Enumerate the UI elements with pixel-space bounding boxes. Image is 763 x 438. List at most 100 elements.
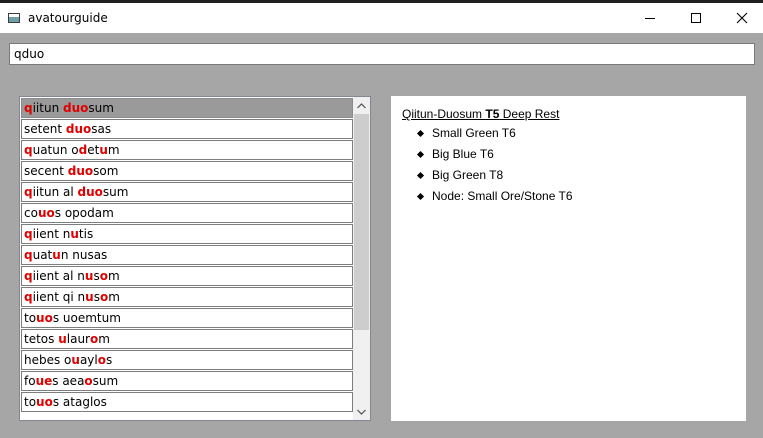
- match-highlight: o: [84, 374, 93, 388]
- close-button[interactable]: [719, 3, 763, 33]
- match-highlight: duo: [67, 164, 94, 178]
- bullet-icon: [416, 171, 425, 180]
- match-highlight: o: [97, 353, 106, 367]
- bullet-icon: [416, 129, 425, 138]
- node-label: Big Blue T6: [432, 147, 494, 161]
- list-item[interactable]: quatun odetum: [21, 140, 353, 160]
- maximize-icon: [691, 13, 701, 23]
- minimize-button[interactable]: [627, 3, 673, 33]
- title-bar[interactable]: avatourguide: [0, 3, 763, 33]
- list-item[interactable]: qiient qi nusom: [21, 287, 353, 307]
- node-item: Big Green T8: [416, 168, 573, 189]
- list-item[interactable]: touos ataglos: [21, 392, 353, 412]
- list-item[interactable]: qiitun duosum: [21, 98, 353, 118]
- item-text: setent: [24, 122, 66, 136]
- item-text: s uoemtum: [52, 311, 121, 325]
- match-highlight: q: [24, 227, 33, 241]
- list-item[interactable]: hebes ouaylos: [21, 350, 353, 370]
- scroll-thumb[interactable]: [354, 114, 369, 330]
- chevron-down-icon: [357, 409, 366, 415]
- item-text: iitun: [32, 101, 63, 115]
- item-text: to: [24, 395, 37, 409]
- list-item[interactable]: setent duosas: [21, 119, 353, 139]
- item-text: sas: [91, 122, 112, 136]
- item-text: s ataglos: [52, 395, 107, 409]
- item-text: iitun al: [32, 185, 78, 199]
- minimize-icon: [645, 18, 655, 19]
- results-listbox[interactable]: qiitun duosum setent duosas quatun odetum s…: [19, 96, 371, 421]
- scroll-down-button[interactable]: [353, 403, 370, 420]
- match-highlight: q: [24, 101, 33, 115]
- detail-title-tier: T5: [485, 107, 500, 121]
- item-text: sum: [92, 374, 119, 388]
- item-text: iient al n: [32, 269, 85, 283]
- item-text: m: [108, 290, 120, 304]
- list-item[interactable]: secent duosom: [21, 161, 353, 181]
- item-text: co: [24, 206, 38, 220]
- item-text: laur: [66, 332, 90, 346]
- match-highlight: u: [70, 227, 79, 241]
- match-highlight: o: [99, 290, 109, 304]
- node-item: Node: Small Ore/Stone T6: [416, 189, 573, 210]
- detail-title-prefix: Qiitun-Duosum: [402, 107, 486, 121]
- item-text: tetos: [24, 332, 59, 346]
- scroll-up-button[interactable]: [353, 97, 370, 114]
- node-list: Small Green T6 Big Blue T6 Big Green T8 …: [416, 126, 573, 210]
- results-list: qiitun duosum setent duosas quatun odetum s…: [21, 98, 353, 413]
- maximize-button[interactable]: [673, 3, 719, 33]
- item-text: m: [98, 332, 110, 346]
- window-app-icon: [8, 13, 20, 23]
- item-text: m: [107, 143, 120, 157]
- item-text: som: [93, 164, 119, 178]
- item-text: fo: [24, 374, 36, 388]
- match-highlight: q: [24, 143, 33, 157]
- item-text: to: [24, 311, 37, 325]
- detail-title[interactable]: Qiitun-Duosum T5 Deep Rest: [402, 107, 559, 121]
- item-text: n nusas: [60, 248, 108, 262]
- item-text: uat: [32, 248, 53, 262]
- list-item[interactable]: qiient al nusom: [21, 266, 353, 286]
- list-item[interactable]: qiient nutis: [21, 224, 353, 244]
- detail-title-suffix: Deep Rest: [499, 107, 560, 121]
- match-highlight: o: [89, 332, 99, 346]
- node-label: Node: Small Ore/Stone T6: [432, 189, 573, 203]
- match-highlight: duo: [65, 122, 92, 136]
- match-highlight: q: [24, 185, 33, 199]
- chevron-up-icon: [357, 102, 366, 108]
- item-text: et: [87, 143, 100, 157]
- list-item[interactable]: quatun nusas: [21, 245, 353, 265]
- list-item[interactable]: qiitun al duosum: [21, 182, 353, 202]
- node-label: Small Green T6: [432, 126, 516, 140]
- list-item[interactable]: foues aeaosum: [21, 371, 353, 391]
- item-text: ayl: [79, 353, 98, 367]
- list-item[interactable]: couos opodam: [21, 203, 353, 223]
- list-item[interactable]: tetos ulaurom: [21, 329, 353, 349]
- match-highlight: q: [24, 248, 33, 262]
- bullet-icon: [416, 150, 425, 159]
- match-highlight: q: [24, 269, 33, 283]
- match-highlight: duo: [77, 185, 103, 199]
- bullet-icon: [416, 192, 425, 201]
- item-text: m: [107, 269, 120, 283]
- search-input[interactable]: [9, 43, 755, 65]
- item-text: sum: [102, 185, 129, 199]
- close-icon: [736, 12, 748, 24]
- match-highlight: d: [78, 143, 88, 157]
- window-title: avatourguide: [28, 11, 108, 25]
- match-highlight: duo: [63, 101, 89, 115]
- match-highlight: u: [85, 290, 94, 304]
- match-highlight: uo: [36, 395, 53, 409]
- list-item[interactable]: touos uoemtum: [21, 308, 353, 328]
- item-text: secent: [24, 164, 68, 178]
- match-highlight: q: [24, 290, 33, 304]
- item-text: s opodam: [54, 206, 114, 220]
- match-highlight: uo: [37, 206, 55, 220]
- match-highlight: u: [58, 332, 67, 346]
- results-scrollbar[interactable]: [353, 97, 370, 420]
- item-text: iient qi n: [32, 290, 86, 304]
- item-text: uatun o: [32, 143, 79, 157]
- match-highlight: u: [99, 143, 108, 157]
- match-highlight: ue: [35, 374, 53, 388]
- match-highlight: uo: [36, 311, 53, 325]
- match-highlight: o: [99, 269, 108, 283]
